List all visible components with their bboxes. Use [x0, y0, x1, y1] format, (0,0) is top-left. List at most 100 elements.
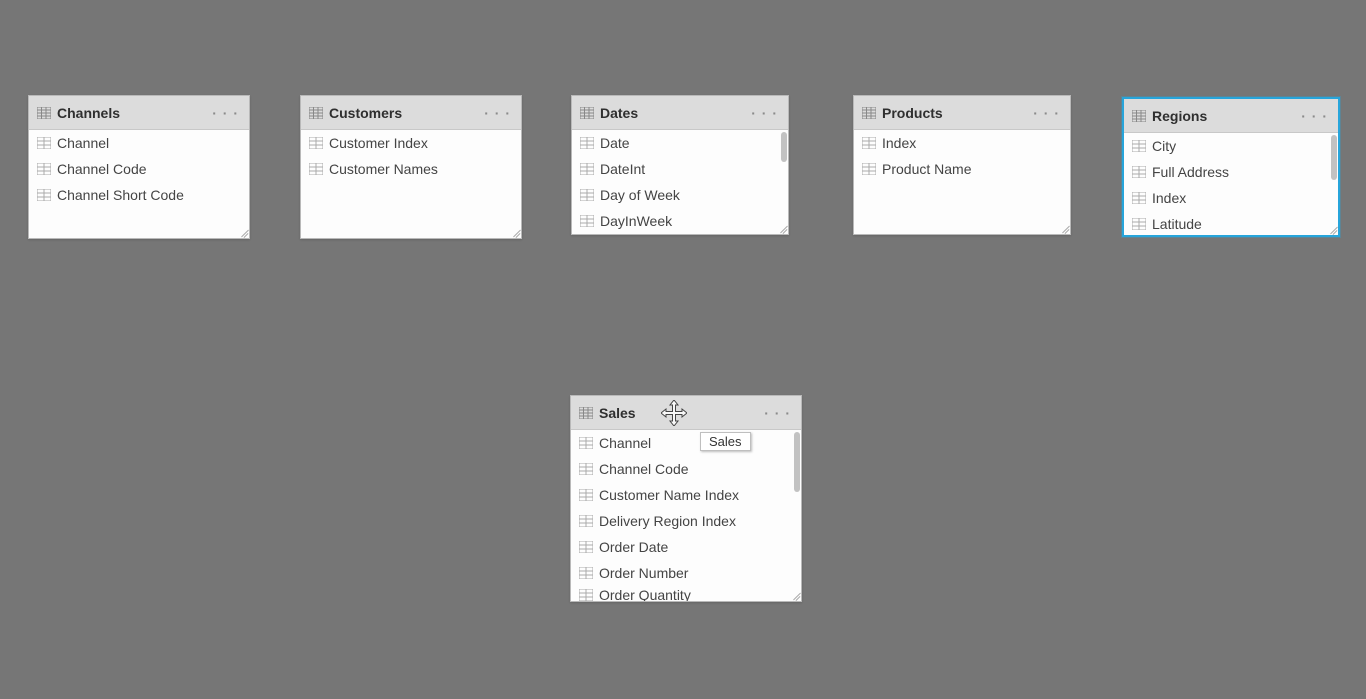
scrollbar[interactable] — [794, 432, 800, 492]
field-row[interactable]: Order Date — [571, 534, 801, 560]
field-label: Order Date — [599, 539, 668, 555]
field-row[interactable]: DayInWeek — [572, 208, 788, 234]
field-row[interactable]: Index — [854, 130, 1070, 156]
resize-handle[interactable] — [1059, 223, 1069, 233]
field-row[interactable]: Order Quantity — [571, 586, 801, 601]
column-icon — [37, 137, 51, 149]
table-header-customers[interactable]: Customers · · · — [301, 96, 521, 130]
table-card-dates[interactable]: Dates · · · Date DateInt Day of Week Day… — [571, 95, 789, 235]
field-label: Product Name — [882, 161, 971, 177]
field-row[interactable]: Order Number — [571, 560, 801, 586]
more-button[interactable]: · · · — [1031, 105, 1062, 121]
table-title: Channels — [57, 105, 204, 121]
column-icon — [579, 463, 593, 475]
more-button[interactable]: · · · — [749, 105, 780, 121]
field-row[interactable]: Channel — [29, 130, 249, 156]
field-label: Channel — [57, 135, 109, 151]
table-icon — [37, 107, 51, 119]
field-label: Day of Week — [600, 187, 680, 203]
field-row[interactable]: Customer Names — [301, 156, 521, 182]
field-row[interactable]: Latitude — [1124, 211, 1338, 235]
field-label: Channel Short Code — [57, 187, 184, 203]
column-icon — [309, 137, 323, 149]
field-label: Order Number — [599, 565, 688, 581]
field-label: Date — [600, 135, 630, 151]
column-icon — [1132, 166, 1146, 178]
resize-handle[interactable] — [777, 223, 787, 233]
field-row[interactable]: Product Name — [854, 156, 1070, 182]
column-icon — [579, 589, 593, 601]
field-row[interactable]: Channel — [571, 430, 801, 456]
table-title: Products — [882, 105, 1025, 121]
field-row[interactable]: Day of Week — [572, 182, 788, 208]
table-header-sales[interactable]: Sales · · · — [571, 396, 801, 430]
table-icon — [580, 107, 594, 119]
column-icon — [862, 163, 876, 175]
field-row[interactable]: City — [1124, 133, 1338, 159]
field-row[interactable]: DateInt — [572, 156, 788, 182]
more-button[interactable]: · · · — [482, 105, 513, 121]
scrollbar[interactable] — [1331, 135, 1337, 180]
resize-handle[interactable] — [790, 590, 800, 600]
table-title: Regions — [1152, 108, 1293, 124]
field-row[interactable]: Customer Name Index — [571, 482, 801, 508]
resize-handle[interactable] — [510, 227, 520, 237]
resize-handle[interactable] — [1327, 224, 1337, 234]
table-card-regions[interactable]: Regions · · · City Full Address Index La… — [1122, 97, 1340, 237]
field-label: Delivery Region Index — [599, 513, 736, 529]
column-icon — [1132, 192, 1146, 204]
column-icon — [579, 541, 593, 553]
field-row[interactable]: Index — [1124, 185, 1338, 211]
field-label: Channel Code — [599, 461, 689, 477]
column-icon — [580, 163, 594, 175]
field-label: Order Quantity — [599, 587, 691, 602]
resize-handle[interactable] — [238, 227, 248, 237]
field-label: Customer Index — [329, 135, 428, 151]
column-icon — [580, 137, 594, 149]
table-card-sales[interactable]: Sales · · · Channel Channel Code Custome… — [570, 395, 802, 602]
column-icon — [579, 489, 593, 501]
field-row[interactable]: Channel Code — [29, 156, 249, 182]
column-icon — [579, 567, 593, 579]
more-button[interactable]: · · · — [1299, 108, 1330, 124]
table-header-regions[interactable]: Regions · · · — [1124, 99, 1338, 133]
table-header-products[interactable]: Products · · · — [854, 96, 1070, 130]
table-header-dates[interactable]: Dates · · · — [572, 96, 788, 130]
field-row[interactable]: Delivery Region Index — [571, 508, 801, 534]
column-icon — [1132, 218, 1146, 230]
more-button[interactable]: · · · — [762, 405, 793, 421]
field-label: Index — [1152, 190, 1186, 206]
field-label: Customer Names — [329, 161, 438, 177]
field-row[interactable]: Channel Code — [571, 456, 801, 482]
field-list[interactable]: Channel Channel Code Customer Name Index… — [571, 430, 801, 601]
table-icon — [1132, 110, 1146, 122]
field-list[interactable]: Customer Index Customer Names — [301, 130, 521, 238]
field-label: City — [1152, 138, 1176, 154]
column-icon — [862, 137, 876, 149]
table-icon — [579, 407, 593, 419]
field-label: Channel — [599, 435, 651, 451]
more-button[interactable]: · · · — [210, 105, 241, 121]
field-list[interactable]: City Full Address Index Latitude — [1124, 133, 1338, 235]
field-list[interactable]: Index Product Name — [854, 130, 1070, 234]
field-label: Index — [882, 135, 916, 151]
column-icon — [1132, 140, 1146, 152]
table-title: Customers — [329, 105, 476, 121]
table-title: Dates — [600, 105, 743, 121]
table-title: Sales — [599, 405, 756, 421]
field-list[interactable]: Channel Channel Code Channel Short Code — [29, 130, 249, 238]
scrollbar[interactable] — [781, 132, 787, 162]
field-row[interactable]: Date — [572, 130, 788, 156]
table-card-customers[interactable]: Customers · · · Customer Index Customer … — [300, 95, 522, 239]
field-row[interactable]: Channel Short Code — [29, 182, 249, 208]
table-header-channels[interactable]: Channels · · · — [29, 96, 249, 130]
field-row[interactable]: Full Address — [1124, 159, 1338, 185]
field-list[interactable]: Date DateInt Day of Week DayInWeek — [572, 130, 788, 234]
field-row[interactable]: Customer Index — [301, 130, 521, 156]
column-icon — [580, 189, 594, 201]
field-label: Channel Code — [57, 161, 147, 177]
column-icon — [37, 189, 51, 201]
field-label: DayInWeek — [600, 213, 672, 229]
table-card-products[interactable]: Products · · · Index Product Name — [853, 95, 1071, 235]
table-card-channels[interactable]: Channels · · · Channel Channel Code Chan… — [28, 95, 250, 239]
